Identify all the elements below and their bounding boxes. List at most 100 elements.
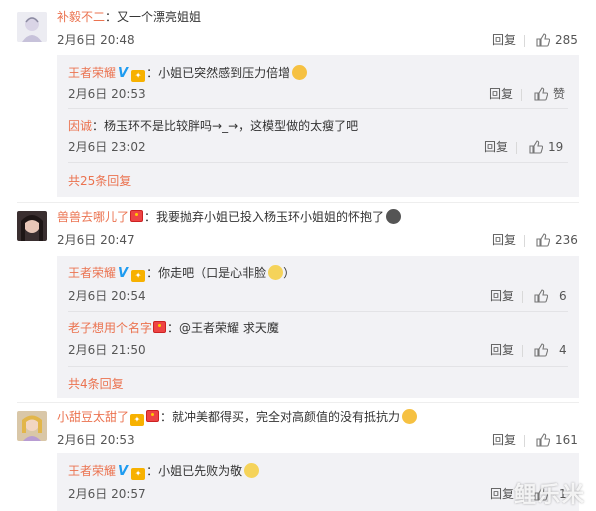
like-button[interactable]: 赞 <box>534 86 565 102</box>
comment-1: 补毅不二：又一个漂亮姐姐 2月6日 20:48 回复 285 王者荣耀 V ✦ ：小姐… <box>0 0 596 200</box>
reply-button[interactable]: 回复 <box>484 139 508 155</box>
divider <box>524 35 525 47</box>
vip-badge-icon: ✦ <box>131 468 146 480</box>
reply-box: 王者荣耀 V ✦ ：小姐已突然感到压力倍增 2月6日 20:53 回复 赞 因诚：杨玉… <box>57 55 579 197</box>
comment-time: 2月6日 20:53 <box>57 433 135 447</box>
like-button[interactable]: 285 <box>536 32 578 48</box>
reply-text: ：@王者荣耀 求天魔 <box>167 321 279 335</box>
thumbs-up-icon <box>536 233 550 247</box>
cat-emoji-icon <box>268 265 284 280</box>
red-envelope-badge-icon <box>153 321 167 333</box>
divider <box>524 235 525 247</box>
verified-icon: V <box>118 66 129 81</box>
reply-username[interactable]: 因诚 <box>68 119 92 133</box>
comment-username[interactable]: 小甜豆太甜了 <box>57 410 129 424</box>
divider <box>522 291 523 303</box>
thumbs-up-icon <box>534 87 548 101</box>
thumbs-up-icon <box>536 433 550 447</box>
avatar[interactable] <box>17 12 47 42</box>
reply-time: 2月6日 20:53 <box>68 87 146 101</box>
reply-button[interactable]: 回复 <box>489 86 513 102</box>
reply-button[interactable]: 回复 <box>492 32 516 48</box>
comment-time: 2月6日 20:47 <box>57 233 135 247</box>
reply-username[interactable]: 王者荣耀 <box>68 66 116 80</box>
verified-icon: V <box>118 464 129 479</box>
divider <box>524 435 525 447</box>
divider <box>521 89 522 101</box>
reply-button[interactable]: 回复 <box>492 232 516 248</box>
reply-username[interactable]: 王者荣耀 <box>68 266 116 280</box>
divider <box>68 108 568 109</box>
comment-username[interactable]: 兽兽去哪儿了 <box>57 210 129 224</box>
like-button[interactable]: 6 <box>534 288 567 304</box>
avatar-image <box>17 411 47 441</box>
more-replies-link[interactable]: 共25条回复 <box>68 173 131 189</box>
comment-header: 兽兽去哪儿了 ：我要抛弃小姐已投入杨玉环小姐姐的怀抱了 <box>57 209 402 225</box>
avatar-image <box>17 211 47 241</box>
comment-time: 2月6日 20:48 <box>57 33 135 47</box>
surprised-emoji-icon <box>402 409 418 424</box>
like-button[interactable]: 4 <box>534 342 567 358</box>
reply-button[interactable]: 回复 <box>490 486 514 502</box>
avatar-image <box>17 12 47 42</box>
reply-time: 2月6日 23:02 <box>68 140 146 154</box>
reply-button[interactable]: 回复 <box>490 342 514 358</box>
reply-header: 王者荣耀 V ✦ ：小姐已先败为敬 <box>68 463 260 480</box>
reply-username[interactable]: 王者荣耀 <box>68 464 116 478</box>
reply-text-end: ） <box>283 266 296 280</box>
hug-emoji-icon <box>386 209 402 224</box>
laughing-emoji-icon <box>292 65 308 80</box>
like-count: 236 <box>555 233 578 247</box>
comment-text: ：就冲美都得买，完全对高颜值的没有抵抗力 <box>160 410 401 424</box>
thumbs-up-icon <box>534 343 548 357</box>
divider <box>516 142 517 154</box>
reply-box: 王者荣耀 V ✦ ：你走吧（口是心非脸 ） 2月6日 20:54 回复 6 老子想用个名… <box>57 256 579 398</box>
like-button[interactable]: 19 <box>529 139 563 155</box>
reply-button[interactable]: 回复 <box>490 288 514 304</box>
thumbs-up-icon <box>534 289 548 303</box>
more-replies-link[interactable]: 共4条回复 <box>68 376 124 392</box>
like-count: 6 <box>559 289 567 303</box>
verified-icon: V <box>118 266 129 281</box>
watermark: 鲤乐米 <box>513 483 586 508</box>
reply-button[interactable]: 回复 <box>492 432 516 448</box>
like-count: 161 <box>555 433 578 447</box>
reply-text: ：杨玉环不是比较胖吗→_→，这模型做的太瘦了吧 <box>92 119 359 133</box>
divider <box>68 366 568 367</box>
reply-header: 王者荣耀 V ✦ ：小姐已突然感到压力倍增 <box>68 65 308 82</box>
vip-badge-icon: ✦ <box>131 70 146 82</box>
comment-text: ：又一个漂亮姐姐 <box>105 10 202 24</box>
thumbs-up-icon <box>536 33 550 47</box>
cat-emoji-icon <box>244 463 260 478</box>
vip-badge-icon: ✦ <box>131 270 146 282</box>
avatar[interactable] <box>17 211 47 241</box>
divider <box>68 162 568 163</box>
reply-text: ：小姐已先败为敬 <box>146 464 243 478</box>
like-button[interactable]: 236 <box>536 232 578 248</box>
red-envelope-badge-icon <box>146 410 160 422</box>
comment-2: 兽兽去哪儿了 ：我要抛弃小姐已投入杨玉环小姐姐的怀抱了 2月6日 20:47 回复… <box>0 203 596 403</box>
comment-3: 小甜豆太甜了 ✦ ：就冲美都得买，完全对高颜值的没有抵抗力 2月6日 20:53 回… <box>0 403 596 511</box>
like-count: 285 <box>555 33 578 47</box>
reply-time: 2月6日 21:50 <box>68 343 146 357</box>
reply-time: 2月6日 20:54 <box>68 289 146 303</box>
vip-badge-icon: ✦ <box>130 414 145 426</box>
reply-text: ：你走吧（口是心非脸 <box>146 266 267 280</box>
like-button[interactable]: 161 <box>536 432 578 448</box>
thumbs-up-icon <box>529 140 543 154</box>
comment-text: ：我要抛弃小姐已投入杨玉环小姐姐的怀抱了 <box>144 210 385 224</box>
avatar[interactable] <box>17 411 47 441</box>
reply-header: 王者荣耀 V ✦ ：你走吧（口是心非脸 ） <box>68 265 295 282</box>
divider <box>522 345 523 357</box>
comment-header: 小甜豆太甜了 ✦ ：就冲美都得买，完全对高颜值的没有抵抗力 <box>57 409 418 426</box>
reply-header: 老子想用个名字 ：@王者荣耀 求天魔 <box>68 320 279 336</box>
divider <box>68 311 568 312</box>
reply-username[interactable]: 老子想用个名字 <box>68 321 152 335</box>
comment-header: 补毅不二：又一个漂亮姐姐 <box>57 9 201 25</box>
reply-header: 因诚：杨玉环不是比较胖吗→_→，这模型做的太瘦了吧 <box>68 118 358 134</box>
comment-username[interactable]: 补毅不二 <box>57 10 105 24</box>
like-count: 赞 <box>553 87 566 101</box>
reply-text: ：小姐已突然感到压力倍增 <box>146 66 291 80</box>
red-envelope-badge-icon <box>130 210 144 222</box>
like-count: 19 <box>548 140 564 154</box>
